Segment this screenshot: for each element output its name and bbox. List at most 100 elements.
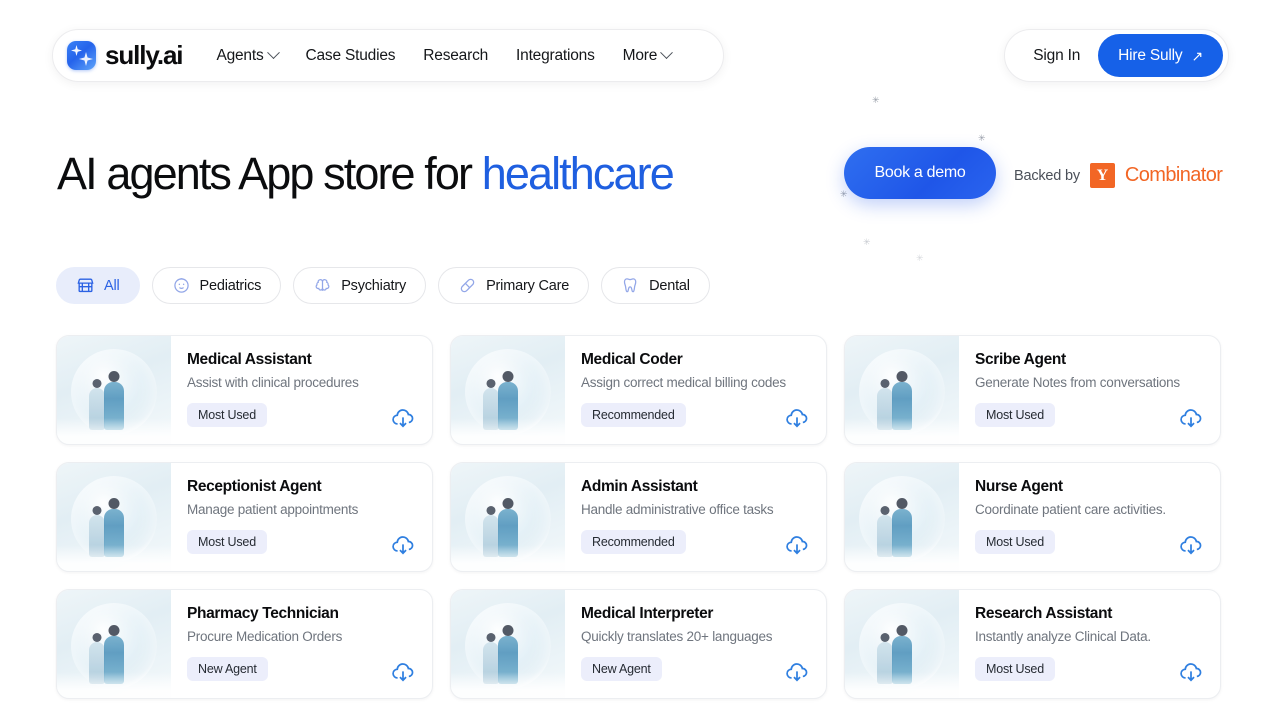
status-badge: Most Used [187,530,267,554]
agent-subtitle: Assist with clinical procedures [187,375,359,390]
book-a-demo-button[interactable]: Book a demo [844,147,996,199]
sparkle-icon: ✳ [916,253,924,263]
agent-subtitle: Quickly translates 20+ languages [581,629,773,644]
filter-chip-primary-care[interactable]: Primary Care [438,267,590,304]
nav-item-research[interactable]: Research [423,47,488,65]
agent-title: Admin Assistant [581,478,698,495]
hire-sully-button[interactable]: Hire Sully ↗ [1098,34,1223,77]
cloud-download-icon[interactable] [390,660,416,686]
agent-thumbnail [451,590,565,698]
baby-face-icon [173,278,189,293]
storefront-icon [77,278,94,293]
y-combinator-logo-icon: Y [1089,163,1115,188]
agent-title: Medical Assistant [187,351,312,368]
agent-thumbnail [451,336,565,444]
nav-item-agents-label: Agents [216,46,264,64]
book-demo-zone: ✳ ✳ ✳ ✳ ✳ Book a demo [828,96,1028,263]
hero-title-lead: AI agents App store for [57,148,482,199]
cloud-download-icon[interactable] [1178,660,1204,686]
nav-links: Agents Case Studies Research Integration… [216,46,674,65]
filter-chip-dental[interactable]: Dental [601,267,710,304]
auth-bar: Sign In Hire Sully ↗ [1004,29,1229,82]
main-navigation-bar: sully.ai Agents Case Studies Research In… [52,29,724,82]
agent-title: Medical Interpreter [581,605,714,622]
cloud-download-icon[interactable] [784,406,810,432]
nav-item-integrations[interactable]: Integrations [516,47,595,65]
hire-sully-label: Hire Sully [1118,46,1183,64]
status-badge: Most Used [975,530,1055,554]
status-badge: Most Used [975,657,1055,681]
sully-sparkle-logo-icon [67,41,96,70]
hero-title-accent: healthcare [481,148,675,199]
agent-card[interactable]: Medical Assistant Assist with clinical p… [56,335,433,445]
backed-by-badge: Backed by Y Combinator [1014,163,1223,188]
agent-card[interactable]: Medical Coder Assign correct medical bil… [450,335,827,445]
nav-item-more[interactable]: More [622,46,674,65]
agent-title: Scribe Agent [975,351,1066,368]
agent-subtitle: Generate Notes from conversations [975,375,1180,390]
nav-item-more-label: More [622,46,658,64]
cloud-download-icon[interactable] [390,533,416,559]
filter-chip-all[interactable]: All [56,267,140,304]
hero-section: AI agents App store for healthcare [57,146,675,202]
filter-chip-all-label: All [104,277,120,294]
agent-title: Medical Coder [581,351,683,368]
sign-in-button[interactable]: Sign In [1019,47,1094,65]
sparkle-icon: ✳ [863,237,871,247]
status-badge: Most Used [975,403,1055,427]
chevron-down-icon [266,46,280,60]
y-combinator-wordmark: Combinator [1124,164,1223,186]
filter-chip-psychiatry[interactable]: Psychiatry [293,267,427,304]
agent-subtitle: Manage patient appointments [187,502,359,517]
filter-chip-pediatrics[interactable]: Pediatrics [151,267,282,304]
brand-logo[interactable]: sully.ai [67,40,184,71]
arrow-up-right-icon: ↗ [1191,47,1203,64]
status-badge: Recommended [581,403,686,427]
agent-thumbnail [451,463,565,571]
agent-title: Research Assistant [975,605,1112,622]
brand-name: sully.ai [105,40,184,70]
agent-card[interactable]: Receptionist Agent Manage patient appoin… [56,462,433,572]
tooth-icon [623,278,637,293]
agent-title: Receptionist Agent [187,478,322,495]
agent-subtitle: Handle administrative office tasks [581,502,774,517]
status-badge: Recommended [581,530,686,554]
agent-card[interactable]: Research Assistant Instantly analyze Cli… [844,589,1221,699]
agent-card[interactable]: Admin Assistant Handle administrative of… [450,462,827,572]
sparkle-icon: ✳ [872,95,880,105]
agent-subtitle: Procure Medication Orders [187,629,343,644]
agent-card[interactable]: Medical Interpreter Quickly translates 2… [450,589,827,699]
cloud-download-icon[interactable] [390,406,416,432]
page-title: AI agents App store for healthcare [57,146,675,202]
filter-chip-dental-label: Dental [649,277,690,294]
brain-icon [315,279,330,291]
agent-thumbnail [57,590,171,698]
cloud-download-icon[interactable] [784,660,810,686]
nav-item-case-studies[interactable]: Case Studies [306,47,396,65]
agent-thumbnail [57,463,171,571]
cloud-download-icon[interactable] [1178,406,1204,432]
nav-item-integrations-label: Integrations [516,46,595,64]
agent-title: Pharmacy Technician [187,605,339,622]
agent-thumbnail [845,590,959,698]
agent-title: Nurse Agent [975,478,1063,495]
agent-card-grid: Medical Assistant Assist with clinical p… [56,335,1225,699]
filter-chip-pediatrics-label: Pediatrics [199,277,262,294]
agent-thumbnail [845,463,959,571]
cloud-download-icon[interactable] [1178,533,1204,559]
agent-subtitle: Coordinate patient care activities. [975,502,1166,517]
status-badge: New Agent [581,657,662,681]
agent-thumbnail [845,336,959,444]
agent-thumbnail [57,336,171,444]
nav-item-case-studies-label: Case Studies [305,46,396,64]
agent-card[interactable]: Nurse Agent Coordinate patient care acti… [844,462,1221,572]
status-badge: Most Used [187,403,267,427]
cloud-download-icon[interactable] [784,533,810,559]
nav-item-agents[interactable]: Agents [216,46,280,65]
agent-card[interactable]: Scribe Agent Generate Notes from convers… [844,335,1221,445]
category-filter-bar: All Pediatrics Psychiatry Primary Care D… [56,267,710,304]
filter-chip-psychiatry-label: Psychiatry [341,277,407,294]
agent-subtitle: Assign correct medical billing codes [581,375,786,390]
agent-card[interactable]: Pharmacy Technician Procure Medication O… [56,589,433,699]
agent-subtitle: Instantly analyze Clinical Data. [975,629,1151,644]
